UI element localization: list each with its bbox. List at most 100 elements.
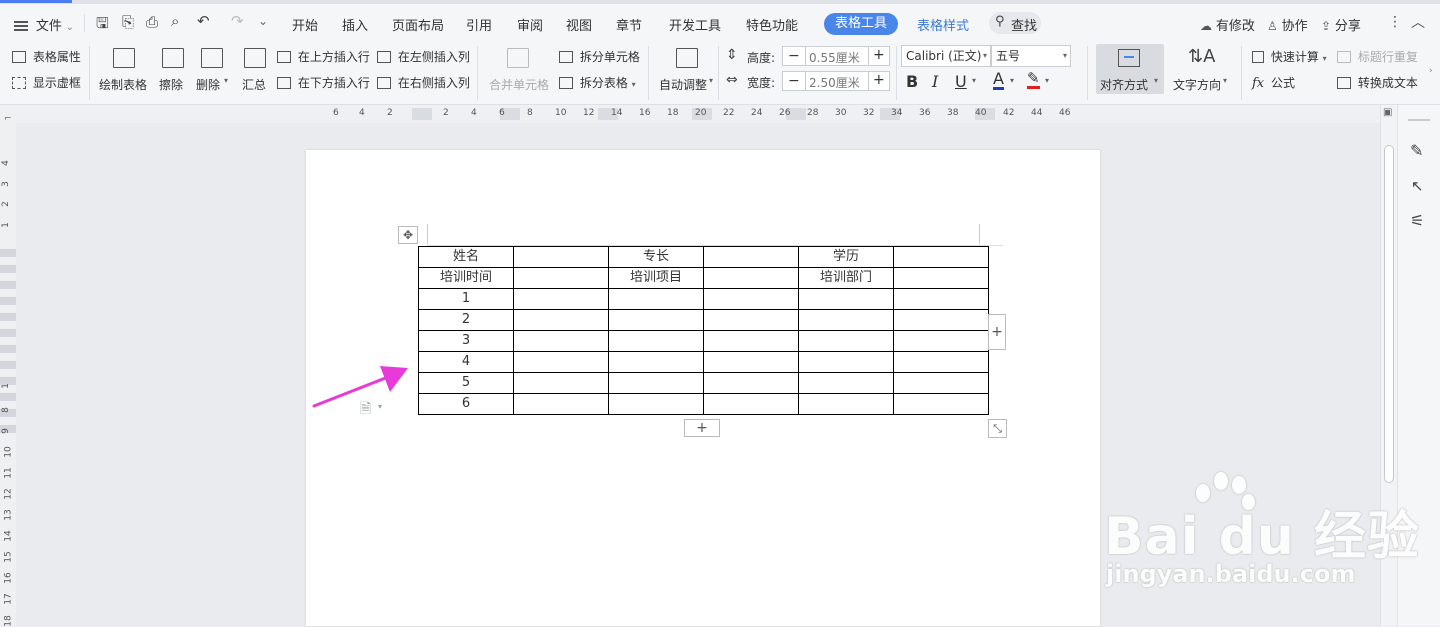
italic-button[interactable]: I — [932, 72, 938, 91]
table-cell[interactable]: 5 — [418, 372, 514, 394]
tab-table-tools[interactable]: 表格工具 — [824, 13, 898, 35]
table-cell[interactable] — [513, 267, 609, 289]
width-plus-icon[interactable]: + — [873, 72, 885, 88]
align-button[interactable]: 对齐方式 ▾ — [1096, 44, 1164, 94]
add-row-button[interactable]: + — [684, 419, 720, 437]
height-minus-icon[interactable]: − — [788, 48, 800, 64]
adjust-sliders-icon[interactable]: ⚟ — [1410, 211, 1424, 230]
table-cell[interactable] — [893, 288, 989, 310]
font-color-button[interactable]: A — [993, 71, 1004, 90]
table-cell[interactable] — [703, 267, 799, 289]
table-cell[interactable] — [608, 393, 704, 415]
tab-special-features[interactable]: 特色功能 — [746, 15, 798, 34]
table-cell[interactable]: 学历 — [798, 246, 894, 268]
tab-page-layout[interactable]: 页面布局 — [392, 15, 444, 34]
tab-home[interactable]: 开始 — [292, 15, 318, 34]
scrollbar-thumb[interactable] — [1384, 145, 1394, 483]
table-cell[interactable] — [608, 372, 704, 394]
tab-developer[interactable]: 开发工具 — [669, 15, 721, 34]
table-cell[interactable] — [798, 288, 894, 310]
tab-references[interactable]: 引用 — [466, 15, 492, 34]
height-value[interactable]: 0.55厘米 — [809, 49, 860, 66]
table-cell[interactable] — [513, 330, 609, 352]
table-cell[interactable] — [703, 288, 799, 310]
table-cell[interactable]: 培训时间 — [418, 267, 514, 289]
summary-button[interactable]: 汇总 — [241, 46, 271, 98]
table-cell[interactable] — [893, 351, 989, 373]
chevron-down-icon[interactable]: ▾ — [1045, 76, 1049, 85]
table-move-handle-icon[interactable]: ✥ — [398, 226, 418, 244]
data-table[interactable]: 姓名 专长 学历 培训时间 培训项目 培训部门 1 2 3 4 5 6 — [418, 246, 989, 415]
table-cell[interactable] — [513, 351, 609, 373]
insert-col-right-button[interactable]: 在右侧插入列 — [377, 74, 470, 91]
edit-pen-icon[interactable]: ✎ — [1410, 141, 1423, 160]
highlight-icon[interactable]: ✎ — [1027, 70, 1040, 89]
ribbon-scroll-right-icon[interactable]: › — [1429, 66, 1433, 76]
select-cursor-icon[interactable]: ↖ — [1411, 177, 1424, 195]
collapse-ribbon-icon[interactable]: ︿ — [1411, 12, 1425, 32]
auto-fit-button[interactable]: 自动调整 ▾ — [658, 46, 718, 98]
table-cell[interactable] — [513, 246, 609, 268]
table-cell[interactable]: 培训项目 — [608, 267, 704, 289]
width-value[interactable]: 2.50厘米 — [809, 74, 860, 91]
table-properties-button[interactable]: 表格属性 — [12, 48, 81, 65]
chevron-down-icon[interactable]: ▾ — [972, 76, 976, 85]
table-cell[interactable] — [893, 246, 989, 268]
share-button[interactable]: ⇪ 分享 — [1321, 15, 1361, 34]
table-cell[interactable] — [608, 330, 704, 352]
search-button[interactable]: ⚲ 查找 — [989, 12, 1041, 34]
save-icon[interactable]: 🖫 — [96, 13, 109, 38]
table-cell[interactable]: 姓名 — [418, 246, 514, 268]
table-cell[interactable] — [893, 372, 989, 394]
undo-icon[interactable]: ↶ — [197, 12, 210, 30]
delete-button[interactable]: 删除 ▾ — [196, 46, 234, 98]
tab-insert[interactable]: 插入 — [342, 15, 368, 34]
print-icon[interactable]: ⎙ — [146, 13, 158, 31]
table-cell[interactable] — [513, 288, 609, 310]
table-cell[interactable]: 2 — [418, 309, 514, 331]
formula-button[interactable]: fx 公式 — [1252, 74, 1295, 91]
quick-access-more-icon[interactable]: ⌄ — [258, 14, 268, 28]
table-cell[interactable] — [798, 309, 894, 331]
height-plus-icon[interactable]: + — [873, 47, 885, 63]
modified-button[interactable]: ☁ 有修改 — [1200, 15, 1255, 34]
file-menu[interactable]: 文件 ⌄ — [14, 15, 74, 34]
quick-calc-button[interactable]: 快速计算 ▾ — [1252, 48, 1327, 65]
table-cell[interactable] — [513, 393, 609, 415]
bold-button[interactable]: B — [906, 72, 918, 91]
table-cell[interactable] — [798, 372, 894, 394]
table-cell[interactable] — [703, 393, 799, 415]
table-cell[interactable] — [608, 309, 704, 331]
insert-col-left-button[interactable]: 在左侧插入列 — [377, 48, 470, 65]
underline-button[interactable]: U — [955, 72, 967, 91]
table-cell[interactable] — [893, 330, 989, 352]
table-cell[interactable]: 4 — [418, 351, 514, 373]
split-table-button[interactable]: 拆分表格 ▾ — [559, 74, 636, 91]
table-cell[interactable]: 专长 — [608, 246, 704, 268]
text-direction-button[interactable]: ⇅A 文字方向 ▾ — [1172, 46, 1232, 98]
table-cell[interactable]: 1 — [418, 288, 514, 310]
table-cell[interactable] — [513, 309, 609, 331]
add-column-button[interactable]: + — [988, 314, 1006, 350]
table-cell[interactable] — [703, 246, 799, 268]
scroll-settings-icon[interactable]: ▣ — [1383, 107, 1392, 118]
draw-table-button[interactable]: 绘制表格 — [99, 46, 151, 98]
table-cell[interactable] — [703, 330, 799, 352]
table-cell[interactable] — [893, 309, 989, 331]
format-painter-icon[interactable]: ⎘ — [122, 13, 134, 31]
table-cell[interactable]: 6 — [418, 393, 514, 415]
chevron-down-icon[interactable]: ▾ — [1010, 76, 1014, 85]
tab-section[interactable]: 章节 — [616, 15, 642, 34]
table-cell[interactable] — [608, 351, 704, 373]
redo-icon[interactable]: ↷ — [231, 12, 244, 30]
tab-review[interactable]: 审阅 — [517, 15, 543, 34]
table-cell[interactable] — [608, 288, 704, 310]
font-name-select[interactable]: Calibri (正文) ▾ — [901, 45, 991, 67]
tab-view[interactable]: 视图 — [566, 15, 592, 34]
insert-row-above-button[interactable]: 在上方插入行 — [277, 48, 370, 65]
table-cell[interactable] — [513, 372, 609, 394]
table-cell[interactable] — [893, 267, 989, 289]
split-cells-button[interactable]: 拆分单元格 — [559, 48, 640, 65]
width-stepper[interactable]: − 2.50厘米 + — [782, 71, 890, 91]
merge-cells-button[interactable]: 合并单元格 — [487, 46, 551, 98]
